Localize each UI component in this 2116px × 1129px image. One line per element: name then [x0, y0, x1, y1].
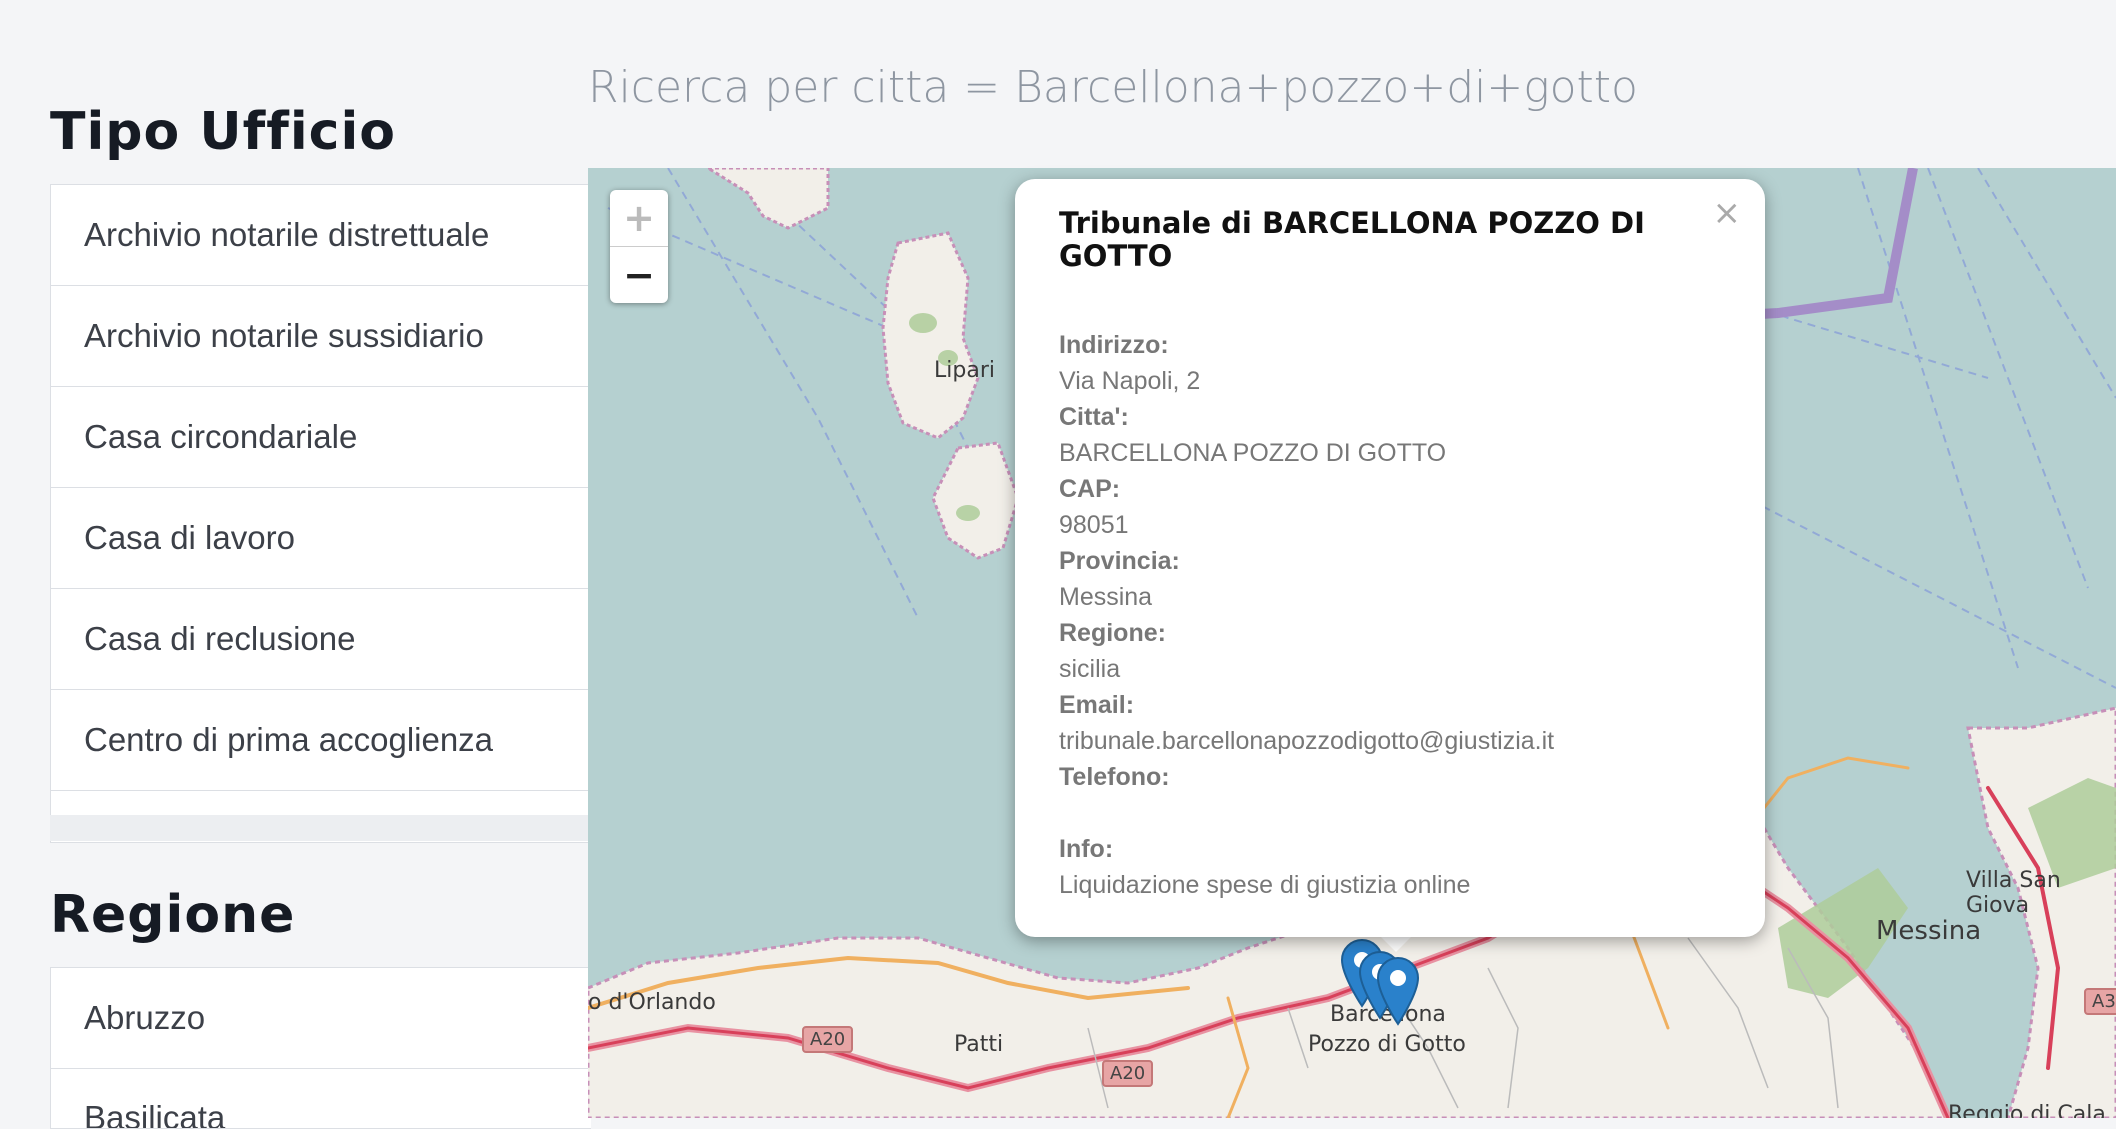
provincia-value: Messina [1059, 583, 1153, 611]
map-label-reggio: Reggio di Cala [1948, 1102, 2106, 1118]
list-item-casa-di-reclusione[interactable]: Casa di reclusione [51, 589, 591, 690]
map-label-pozzo-di-gotto: Pozzo di Gotto [1308, 1032, 1466, 1057]
list-item-basilicata[interactable]: Basilicata [51, 1069, 591, 1128]
list-scroll-shadow [50, 815, 590, 841]
list-item-casa-di-lavoro[interactable]: Casa di lavoro [51, 488, 591, 589]
popup-title: Tribunale di BARCELLONA POZZO DI GOTTO [1059, 206, 1645, 273]
citta-value: BARCELLONA POZZO DI GOTTO [1059, 439, 1447, 467]
region-list: Abruzzo Basilicata [50, 967, 591, 1129]
popup-close-button[interactable]: × [1713, 193, 1742, 233]
info-label: Info: [1059, 835, 1114, 863]
list-item-casa-circondariale[interactable]: Casa circondariale [51, 387, 591, 488]
road-shield-a20: A20 [802, 1026, 854, 1053]
map-label-patti: Patti [954, 1032, 1004, 1057]
road-shield-a3: A3 [2084, 988, 2116, 1015]
provincia-label: Provincia: [1059, 547, 1180, 575]
info-link[interactable]: Liquidazione spese di giustizia online [1059, 867, 1721, 903]
regione-value: sicilia [1059, 655, 1121, 683]
list-item-abruzzo[interactable]: Abruzzo [51, 968, 591, 1069]
email-value[interactable]: tribunale.barcellonapozzodigotto@giustiz… [1059, 723, 1721, 759]
list-item-archivio-notarile-sussidiario[interactable]: Archivio notarile sussidiario [51, 286, 591, 387]
office-type-title: Tipo Ufficio [50, 102, 397, 162]
map-popup: × Tribunale di BARCELLONA POZZO DI GOTTO… [1015, 179, 1765, 937]
indirizzo-value: Via Napoli, 2 [1059, 367, 1201, 395]
indirizzo-label: Indirizzo: [1059, 331, 1169, 359]
zoom-control: + − [610, 190, 668, 303]
search-heading: Ricerca per citta = Barcellona+pozzo+di+… [588, 62, 1638, 113]
road-shield-a20-2: A20 [1102, 1060, 1154, 1087]
cap-value: 98051 [1059, 511, 1129, 539]
email-label: Email: [1059, 691, 1135, 719]
map-label-orlando: o d'Orlando [588, 990, 716, 1015]
cap-label: CAP: [1059, 475, 1121, 503]
map-label-messina: Messina [1876, 916, 1982, 946]
map-label-lipari: Lipari [934, 358, 995, 383]
zoom-out-button[interactable]: − [610, 247, 668, 303]
map-marker-3[interactable] [1376, 956, 1420, 1026]
office-type-list: Archivio notarile distrettuale Archivio … [50, 184, 591, 843]
telefono-label: Telefono: [1059, 763, 1170, 791]
list-item-centro-di-prima-accoglienza[interactable]: Centro di prima accoglienza [51, 690, 591, 791]
map-label-villa-san-giovanni: Villa San Giova [1966, 868, 2061, 918]
telefono-value [1059, 795, 1721, 831]
citta-label: Citta': [1059, 403, 1129, 431]
list-item-archivio-notarile-distrettuale[interactable]: Archivio notarile distrettuale [51, 185, 591, 286]
zoom-in-button[interactable]: + [610, 190, 668, 247]
region-title: Regione [50, 885, 296, 945]
regione-label: Regione: [1059, 619, 1166, 647]
